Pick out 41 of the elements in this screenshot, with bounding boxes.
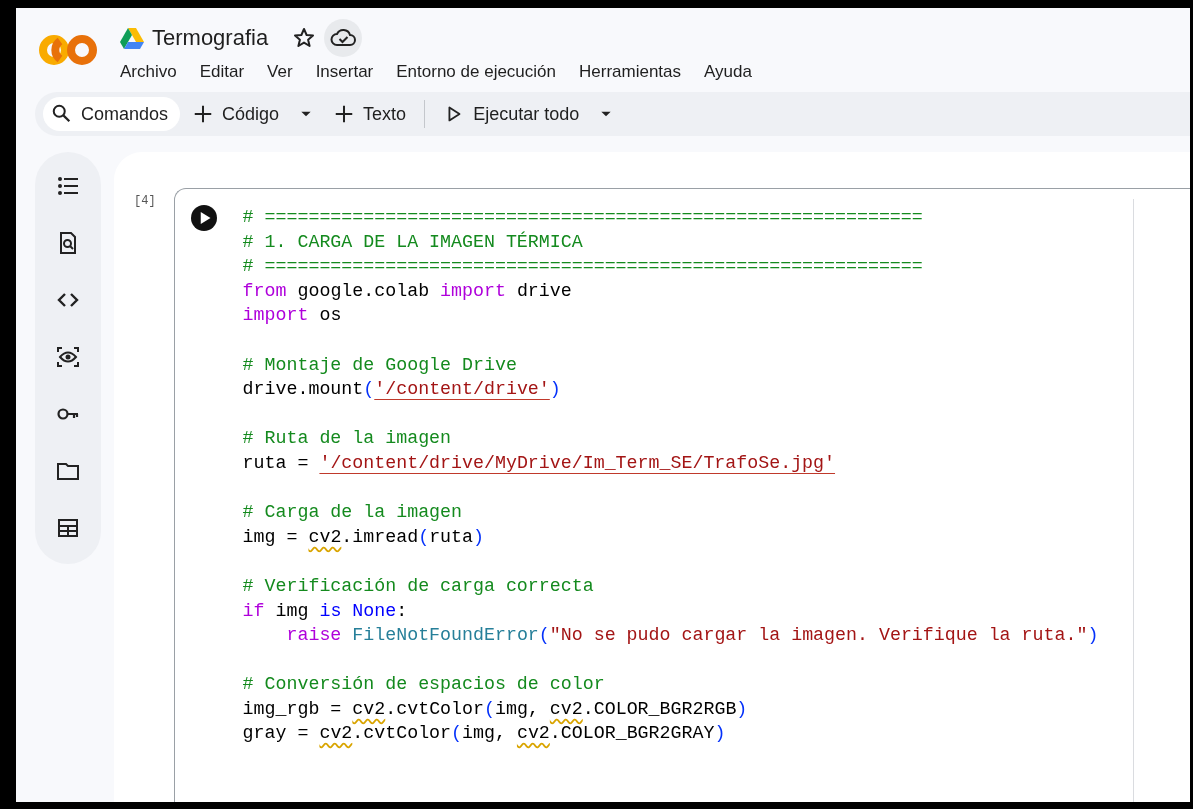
- code-line: # Verificación de carga correcta: [242, 574, 595, 598]
- code-line: img = cv2.imread(ruta): [242, 525, 485, 549]
- code-line: import os: [242, 304, 343, 328]
- menu-item[interactable]: Ver: [267, 62, 293, 82]
- execution-count: [4]: [134, 194, 156, 210]
- drive-icon: [120, 27, 144, 49]
- table-icon[interactable]: [55, 516, 81, 540]
- code-line: # ============================================================: [242, 206, 924, 229]
- code-line: # Conversión de espacios de color: [242, 673, 606, 697]
- cloud-check-icon: [330, 28, 357, 48]
- logo-icon[interactable]: [38, 34, 98, 66]
- run-all-button[interactable]: Ejecutar todo: [435, 97, 588, 131]
- add-button[interactable]: Texto: [325, 97, 415, 131]
- command-search-button[interactable]: Comandos: [43, 97, 181, 131]
- menu-item[interactable]: Editar: [199, 62, 245, 82]
- code-line: ruta = '/content/drive/MyDrive/Im_Term_SE/TrafoSe.jpg': [242, 451, 837, 475]
- code-cell[interactable]: [173, 188, 1190, 802]
- code-line: # 1. CARGA DE LA IMAGEN TÉRMICA: [242, 230, 584, 254]
- code-line: gray = cv2.cvtColor(img, cv2.COLOR_BGR2GRAY): [242, 722, 727, 746]
- code-line: from google.colab import drive: [242, 279, 573, 303]
- star-icon[interactable]: [292, 26, 317, 50]
- search-icon: [51, 103, 73, 125]
- code-line: # Carga de la imagen: [242, 501, 464, 525]
- run-cell-button[interactable]: [190, 205, 217, 231]
- eye-icon[interactable]: [55, 345, 81, 369]
- code-line: # ============================================================: [242, 255, 924, 279]
- add-button[interactable]: Código: [184, 97, 288, 131]
- notebook-title[interactable]: Termografia: [152, 25, 269, 51]
- code-line: drive.mount('/content/drive'): [242, 378, 562, 402]
- code-line: img_rgb = cv2.cvtColor(img, cv2.COLOR_BGR2RGB): [242, 697, 749, 721]
- menu-item[interactable]: Entorno de ejecución: [396, 62, 556, 82]
- list-icon[interactable]: [55, 174, 81, 198]
- menu-item[interactable]: Archivo: [120, 62, 177, 82]
- code-line: if img is None:: [242, 599, 409, 623]
- menu-item[interactable]: Insertar: [315, 62, 374, 82]
- menu-item[interactable]: Herramientas: [579, 62, 682, 82]
- cloud-check-button[interactable]: [324, 19, 363, 57]
- code-line: # Montaje de Google Drive: [242, 353, 518, 377]
- code-line: raise FileNotFoundError("No se pudo cargar la imagen. Verifique la ruta."): [285, 624, 1100, 648]
- menu-item[interactable]: Ayuda: [704, 62, 752, 82]
- code-line: # Ruta de la imagen: [242, 427, 453, 451]
